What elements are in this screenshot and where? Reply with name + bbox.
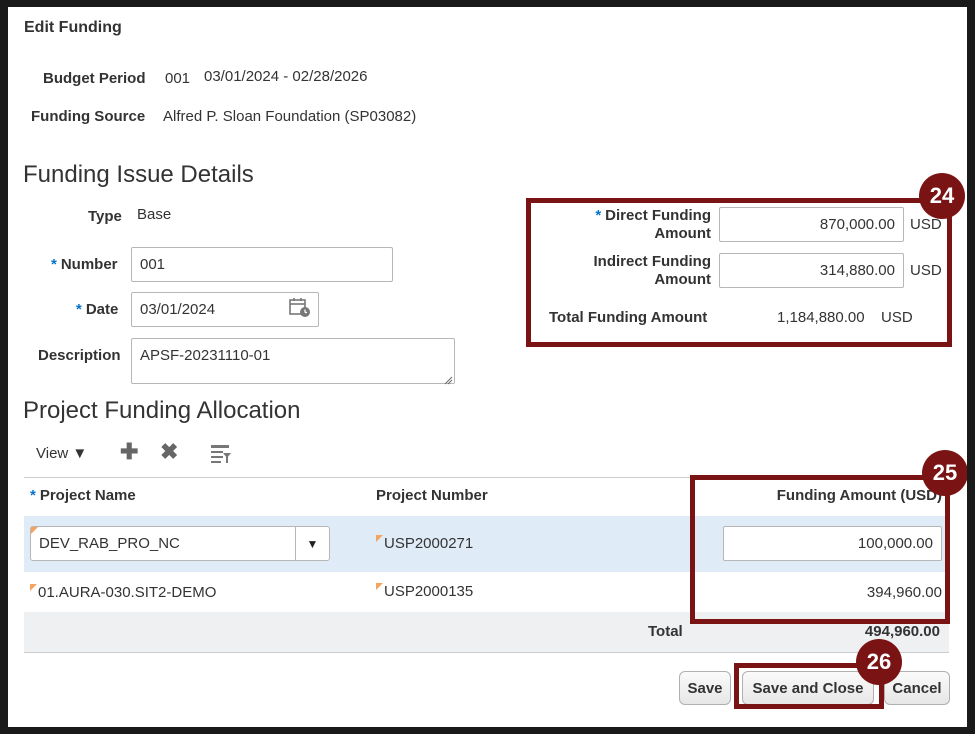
calendar-icon[interactable]: [288, 297, 312, 319]
flag-icon: [30, 584, 37, 591]
project-number-cell: USP2000271: [376, 535, 473, 552]
budget-period-label: Budget Period: [43, 70, 146, 87]
annotation-box-25: [690, 475, 950, 624]
budget-period-number: 001: [165, 70, 191, 87]
resize-handle-icon[interactable]: [444, 372, 453, 385]
save-button[interactable]: Save: [679, 671, 731, 705]
col-project-name[interactable]: * Project Name: [30, 487, 136, 504]
delete-icon[interactable]: ✖: [160, 439, 178, 465]
flag-icon: [376, 583, 383, 590]
funding-issue-heading: Funding Issue Details: [23, 161, 254, 188]
edit-funding-dialog: Edit Funding Budget Period 001 03/01/202…: [8, 7, 967, 727]
view-menu[interactable]: View ▼: [36, 445, 87, 462]
funding-source-label: Funding Source: [31, 108, 146, 125]
allocation-total-label: Total: [648, 623, 683, 640]
description-label: Description: [38, 347, 121, 364]
project-name-select[interactable]: DEV_RAB_PRO_NC ▼: [30, 526, 330, 561]
funding-source-value: Alfred P. Sloan Foundation (SP03082): [163, 108, 417, 125]
triangle-down-icon: ▼: [72, 445, 88, 462]
required-icon: *: [76, 301, 82, 318]
budget-period-range: 03/01/2024 - 02/28/2026: [204, 68, 368, 85]
add-icon[interactable]: ✚: [120, 439, 138, 465]
table-bottom-divider: [24, 652, 949, 653]
date-label: * Date: [76, 301, 119, 318]
allocation-heading: Project Funding Allocation: [23, 397, 301, 424]
step-badge-26: 26: [856, 639, 902, 685]
project-name-cell: 01.AURA-030.SIT2-DEMO: [30, 584, 216, 601]
description-textarea[interactable]: APSF-20231110-01: [131, 338, 455, 384]
col-project-number[interactable]: Project Number: [376, 487, 488, 504]
flag-icon: [376, 535, 383, 542]
type-value: Base: [137, 206, 172, 223]
step-badge-24: 24: [919, 173, 965, 219]
project-number-cell: USP2000135: [376, 583, 473, 600]
required-icon: *: [30, 487, 36, 504]
dialog-title: Edit Funding: [24, 19, 122, 36]
type-label: Type: [88, 208, 122, 225]
step-badge-25: 25: [922, 450, 967, 496]
date-value: 03/01/2024: [140, 301, 216, 318]
annotation-box-24: [526, 198, 952, 347]
allocation-total-value: 494,960.00: [864, 623, 940, 640]
dropdown-arrow-icon[interactable]: ▼: [295, 527, 329, 560]
required-icon: *: [51, 256, 57, 273]
flag-icon: [31, 527, 38, 534]
number-input[interactable]: 001: [131, 247, 393, 282]
number-label: * Number: [51, 256, 118, 273]
freeze-icon[interactable]: [209, 443, 233, 465]
project-name-value: DEV_RAB_PRO_NC: [39, 535, 180, 552]
